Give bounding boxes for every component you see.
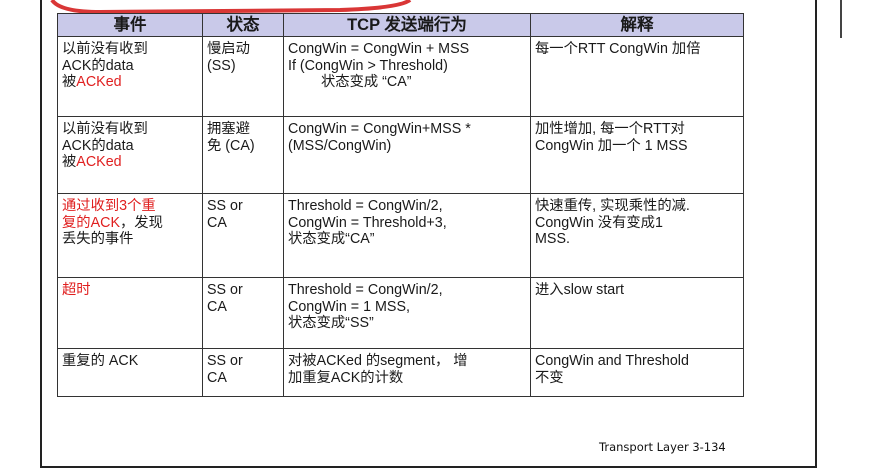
table-row: 以前没有收到 ACK的data 被ACKed 慢启动 (SS) CongWin … [57, 36, 744, 117]
cell-explanation: 进入slow start [530, 277, 744, 349]
slide-footer: Transport Layer 3-134 [599, 440, 726, 454]
cell-event: 重复的 ACK [57, 348, 203, 397]
table-header-row: 事件 状态 TCP 发送端行为 解释 [57, 13, 744, 37]
cell-action: Threshold = CongWin/2, CongWin = Thresho… [283, 193, 531, 278]
cell-action: 对被ACKed 的segment， 增 加重复ACK的计数 [283, 348, 531, 397]
cell-state: 慢启动 (SS) [202, 36, 284, 117]
cell-state: SS or CA [202, 277, 284, 349]
cell-event: 以前没有收到 ACK的data 被ACKed [57, 36, 203, 117]
table-row: 超时 SS or CA Threshold = CongWin/2, CongW… [57, 277, 744, 349]
tcp-congestion-table: 事件 状态 TCP 发送端行为 解释 以前没有收到 ACK的data 被ACKe… [57, 13, 744, 397]
right-divider-line [840, 0, 842, 38]
cell-event: 通过收到3个重 复的ACK，发现 丢失的事件 [57, 193, 203, 278]
cell-event: 以前没有收到 ACK的data 被ACKed [57, 116, 203, 194]
header-state: 状态 [202, 13, 284, 37]
cell-explanation: CongWin and Threshold 不变 [530, 348, 744, 397]
table-row: 重复的 ACK SS or CA 对被ACKed 的segment， 增 加重复… [57, 348, 744, 397]
cell-explanation: 加性增加, 每一个RTT对 CongWin 加一个 1 MSS [530, 116, 744, 194]
cell-state: 拥塞避 免 (CA) [202, 116, 284, 194]
cell-state: SS or CA [202, 348, 284, 397]
table-row: 以前没有收到 ACK的data 被ACKed 拥塞避 免 (CA) CongWi… [57, 116, 744, 194]
cell-explanation: 每一个RTT CongWin 加倍 [530, 36, 744, 117]
cell-state: SS or CA [202, 193, 284, 278]
cell-explanation: 快速重传, 实现乘性的减. CongWin 没有变成1 MSS. [530, 193, 744, 278]
cell-event: 超时 [57, 277, 203, 349]
header-event: 事件 [57, 13, 203, 37]
header-explanation: 解释 [530, 13, 744, 37]
cell-action: Threshold = CongWin/2, CongWin = 1 MSS, … [283, 277, 531, 349]
table-row: 通过收到3个重 复的ACK，发现 丢失的事件 SS or CA Threshol… [57, 193, 744, 278]
header-tcp-action: TCP 发送端行为 [283, 13, 531, 37]
cell-action: CongWin = CongWin+MSS * (MSS/CongWin) [283, 116, 531, 194]
cell-action: CongWin = CongWin + MSS If (CongWin > Th… [283, 36, 531, 117]
